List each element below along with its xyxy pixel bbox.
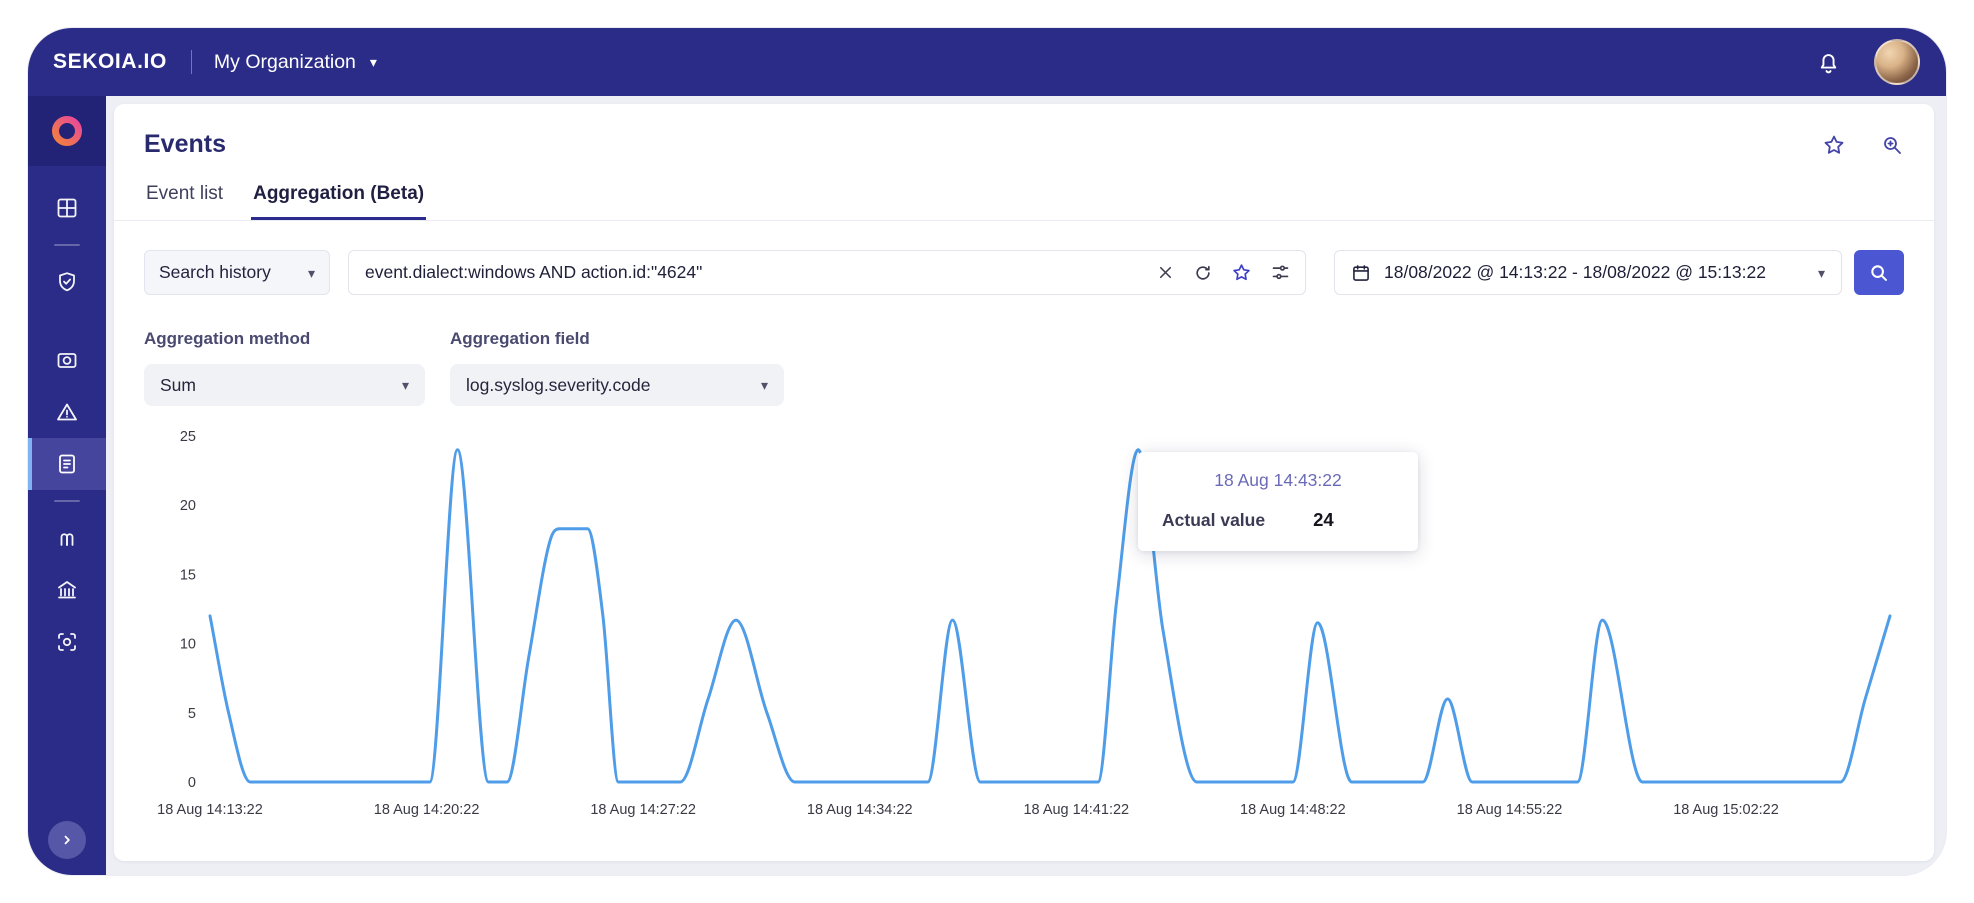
shield-check-icon bbox=[59, 272, 75, 292]
sidebar-expand-button[interactable] bbox=[48, 821, 86, 859]
y-tick-label: 25 bbox=[180, 429, 196, 445]
chevron-down-icon: ▾ bbox=[1817, 264, 1825, 281]
x-tick-label: 18 Aug 14:34:22 bbox=[807, 802, 913, 818]
y-tick-label: 15 bbox=[180, 567, 196, 583]
tab-aggregation[interactable]: Aggregation (Beta) bbox=[251, 183, 427, 220]
chevron-down-icon: ▾ bbox=[401, 377, 409, 393]
sidebar-item-protection[interactable] bbox=[28, 256, 106, 308]
page-title: Events bbox=[144, 130, 226, 158]
chevron-down-icon: ▾ bbox=[760, 377, 768, 393]
y-tick-label: 20 bbox=[180, 498, 196, 514]
tooltip-label: Actual value bbox=[1162, 510, 1266, 530]
y-tick-label: 5 bbox=[188, 706, 196, 722]
organization-name: My Organization bbox=[213, 50, 356, 73]
aggregation-method-label: Aggregation method bbox=[144, 329, 311, 348]
events-document-icon bbox=[59, 454, 75, 474]
aggregation-chart[interactable]: 0 5 10 15 20 25 18 Aug 14:13:22 18 Aug 14:20:22… bbox=[144, 424, 1904, 824]
aggregation-field-select[interactable]: log.syslog.severity.code ▾ bbox=[450, 364, 784, 406]
tooltip-timestamp: 18 Aug 14:43:22 bbox=[1214, 470, 1342, 490]
sidebar-item-scan[interactable] bbox=[28, 616, 106, 668]
dashboard-grid-icon bbox=[57, 198, 77, 218]
clear-icon[interactable] bbox=[1156, 263, 1175, 282]
sidebar-item-events[interactable] bbox=[28, 438, 106, 490]
aggregation-field-label: Aggregation field bbox=[450, 329, 590, 348]
tooltip-value: 24 bbox=[1313, 509, 1334, 530]
x-tick-label: 18 Aug 14:13:22 bbox=[157, 802, 263, 818]
calendar-icon bbox=[1351, 263, 1371, 283]
search-history-select[interactable]: Search history ▾ bbox=[144, 250, 330, 295]
chart-tooltip: 18 Aug 14:43:22 Actual value 24 bbox=[1138, 452, 1418, 551]
refresh-icon[interactable] bbox=[1193, 263, 1213, 283]
sidebar-divider bbox=[54, 500, 80, 502]
x-tick-label: 18 Aug 14:41:22 bbox=[1023, 802, 1129, 818]
sidebar-item-dashboard[interactable] bbox=[28, 182, 106, 234]
x-tick-label: 18 Aug 14:20:22 bbox=[374, 802, 480, 818]
date-range-picker[interactable]: 18/08/2022 @ 14:13:22 - 18/08/2022 @ 15:… bbox=[1334, 250, 1842, 295]
app-window: SEKOIA.IO My Organization ▾ Events Event… bbox=[28, 28, 1946, 875]
sidebar-divider bbox=[54, 244, 80, 246]
sekoia-logo[interactable] bbox=[28, 96, 106, 166]
brand-logo: SEKOIA.IO bbox=[53, 50, 167, 73]
star-icon[interactable] bbox=[1822, 133, 1846, 157]
tab-event-list[interactable]: Event list bbox=[144, 183, 225, 220]
search-row: Search history ▾ event.dialect:windows A… bbox=[144, 250, 1904, 295]
notifications-bell-icon[interactable] bbox=[1815, 49, 1842, 76]
chart-line bbox=[208, 448, 1892, 784]
sidebar-item-intakes[interactable] bbox=[28, 334, 106, 386]
aggregation-method-value: Sum bbox=[160, 374, 196, 395]
hunting-icon bbox=[60, 533, 74, 546]
filter-sliders-icon[interactable] bbox=[1270, 262, 1291, 283]
search-icon bbox=[1871, 264, 1887, 281]
y-tick-label: 0 bbox=[188, 775, 196, 791]
line-chart-svg: 0 5 10 15 20 25 18 Aug 14:13:22 18 Aug 14:20:22… bbox=[157, 429, 1892, 818]
advanced-search-icon[interactable] bbox=[1880, 133, 1904, 157]
events-card: Events Event list Aggregation (Beta) Sea… bbox=[114, 104, 1934, 861]
y-tick-label: 10 bbox=[180, 637, 196, 653]
sekoia-ring-logo-icon bbox=[52, 116, 82, 146]
user-avatar[interactable] bbox=[1874, 39, 1920, 85]
x-tick-label: 18 Aug 14:27:22 bbox=[590, 802, 696, 818]
community-building-icon bbox=[58, 581, 76, 599]
aggregation-method-select[interactable]: Sum ▾ bbox=[144, 364, 425, 406]
x-tick-label: 18 Aug 15:02:22 bbox=[1673, 802, 1779, 818]
sidebar-item-hunting[interactable] bbox=[28, 512, 106, 564]
topbar: SEKOIA.IO My Organization ▾ bbox=[28, 28, 1946, 96]
chevron-right-icon bbox=[64, 835, 70, 845]
search-history-label: Search history bbox=[159, 262, 271, 282]
topbar-divider bbox=[190, 50, 192, 74]
sidebar-item-alerts[interactable] bbox=[28, 386, 106, 438]
aggregation-field-value: log.syslog.severity.code bbox=[466, 374, 651, 395]
tabs: Event list Aggregation (Beta) bbox=[114, 183, 1934, 221]
search-button[interactable] bbox=[1854, 250, 1904, 295]
star-check-icon[interactable] bbox=[1231, 262, 1252, 283]
sidebar-item-community[interactable] bbox=[28, 564, 106, 616]
intakes-camera-icon bbox=[57, 353, 77, 368]
date-range-text: 18/08/2022 @ 14:13:22 - 18/08/2022 @ 15:… bbox=[1384, 262, 1766, 282]
x-tick-label: 18 Aug 14:48:22 bbox=[1240, 802, 1346, 818]
organization-selector[interactable]: My Organization ▾ bbox=[214, 51, 377, 74]
main-content: Events Event list Aggregation (Beta) Sea… bbox=[106, 96, 1946, 875]
x-tick-label: 18 Aug 14:55:22 bbox=[1457, 802, 1563, 818]
aggregation-controls: Aggregation method Sum ▾ Aggregation fie… bbox=[144, 329, 1904, 406]
search-query-text: event.dialect:windows AND action.id:"462… bbox=[365, 262, 703, 282]
chevron-down-icon: ▾ bbox=[307, 264, 315, 281]
alerts-triangle-icon bbox=[57, 403, 77, 421]
chevron-down-icon: ▾ bbox=[369, 54, 377, 70]
sidebar bbox=[28, 96, 106, 875]
search-query-input[interactable]: event.dialect:windows AND action.id:"462… bbox=[348, 250, 1306, 295]
scan-target-icon bbox=[58, 633, 76, 651]
